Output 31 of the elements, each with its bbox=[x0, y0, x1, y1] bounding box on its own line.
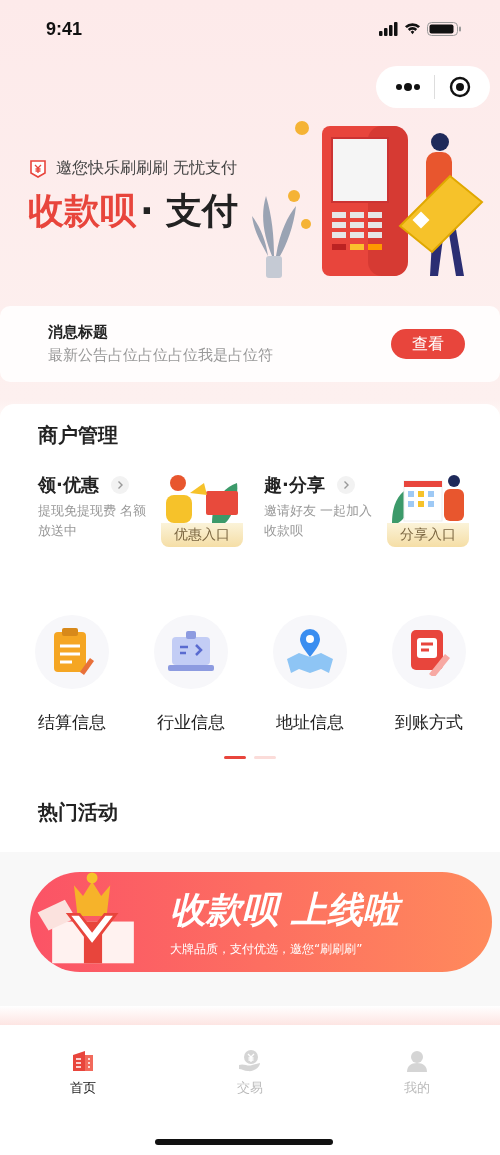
hero-title-accent: 收款呗 bbox=[28, 189, 136, 233]
signal-icon bbox=[379, 21, 398, 37]
hero-title: · 支付 bbox=[140, 189, 239, 233]
tab[interactable]: 首页 bbox=[0, 1025, 167, 1117]
service-label[interactable]: 结算信息 bbox=[37, 711, 106, 734]
section-title: 热门活动 bbox=[38, 799, 119, 826]
service-label[interactable]: 地址信息 bbox=[275, 711, 344, 734]
service-label[interactable]: 到账方式 bbox=[394, 711, 463, 734]
notice-text: 最新公告占位占位占位我是占位符 bbox=[48, 346, 273, 365]
yuan-hand-icon bbox=[238, 1049, 262, 1073]
battery-icon bbox=[427, 22, 462, 36]
banner-subtitle: 大牌品质，支付优选，邀您“刷刷刷” bbox=[170, 941, 364, 958]
wifi-icon bbox=[404, 22, 421, 36]
yuan-tag-icon bbox=[28, 158, 48, 179]
view-button[interactable]: 查看 bbox=[391, 329, 465, 359]
entry-button[interactable]: 优惠入口 bbox=[161, 523, 243, 547]
service-label[interactable]: 行业信息 bbox=[156, 711, 225, 734]
status-time: 9:41 bbox=[46, 18, 83, 40]
notice-title: 消息标题 bbox=[48, 323, 109, 342]
section-title: 商户管理 bbox=[38, 422, 119, 449]
promo-description: 提现免提现费 名额放送中 bbox=[38, 502, 148, 540]
map-pin-icon[interactable] bbox=[284, 629, 335, 675]
hero-tagline: 邀您快乐刷刷刷 无忧支付 bbox=[56, 158, 238, 179]
terminal-icon[interactable] bbox=[165, 631, 216, 673]
close-icon[interactable] bbox=[449, 76, 472, 98]
promo-title[interactable]: 领·优惠 bbox=[38, 473, 99, 497]
person-icon bbox=[404, 1049, 429, 1073]
more-icon[interactable] bbox=[394, 83, 421, 91]
promo-title[interactable]: 趣·分享 bbox=[264, 473, 325, 497]
building-icon bbox=[71, 1049, 96, 1073]
entry-button[interactable]: 分享入口 bbox=[387, 523, 469, 547]
